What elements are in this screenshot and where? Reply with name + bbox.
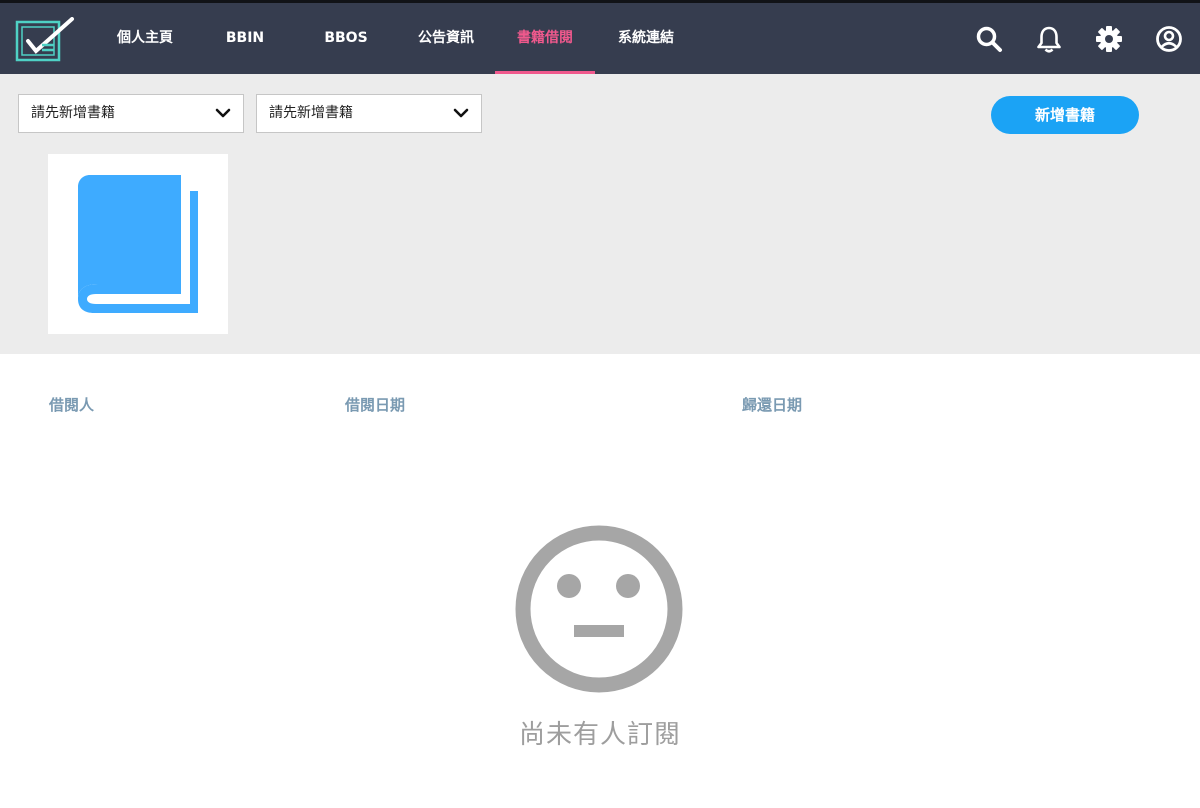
column-header-return-date: 歸還日期 — [742, 396, 803, 414]
search-icon[interactable] — [975, 25, 1003, 53]
nav-tab-bbos[interactable]: BBOS — [310, 3, 382, 74]
nav-tab-system-links[interactable]: 系統連結 — [610, 3, 682, 74]
nav-tab-bbin[interactable]: BBIN — [210, 3, 280, 74]
column-header-borrower: 借閱人 — [49, 396, 95, 414]
book-select-1[interactable]: 請先新增書籍 — [18, 94, 244, 133]
empty-state-message: 尚未有人訂閱 — [518, 720, 681, 750]
user-circle-icon[interactable] — [1155, 25, 1183, 53]
book-select-2[interactable]: 請先新增書籍 — [256, 94, 482, 133]
nav-tab-profile[interactable]: 個人主頁 — [110, 3, 180, 74]
chevron-down-icon — [215, 108, 231, 118]
nav-tab-label: 系統連結 — [618, 30, 674, 46]
book-select-1-value: 請先新增書籍 — [31, 105, 115, 121]
nav-tab-announcements[interactable]: 公告資訊 — [410, 3, 482, 74]
nav-tab-label: 公告資訊 — [418, 30, 474, 46]
nav-tab-label: 書籍借閱 — [517, 30, 573, 46]
book-select-2-value: 請先新增書籍 — [269, 105, 353, 121]
add-book-button[interactable]: 新增書籍 — [991, 96, 1139, 134]
top-navbar: 個人主頁 BBIN BBOS 公告資訊 書籍借閱 系統連結 — [0, 3, 1200, 74]
column-header-borrow-date: 借閱日期 — [345, 396, 406, 414]
bell-icon[interactable] — [1035, 25, 1063, 53]
nav-tab-label: BBOS — [324, 30, 368, 46]
nav-tab-label: BBIN — [225, 30, 265, 46]
nav-tab-book-lending[interactable]: 書籍借閱 — [495, 3, 595, 74]
chevron-down-icon — [453, 108, 469, 118]
book-toolbar-panel: 請先新增書籍 請先新增書籍 新增書籍 — [0, 74, 1200, 354]
gear-icon[interactable] — [1095, 25, 1123, 53]
book-cover — [48, 154, 228, 334]
app-logo[interactable] — [14, 17, 78, 63]
book-icon — [78, 175, 198, 313]
nav-tab-label: 個人主頁 — [117, 30, 173, 46]
neutral-face-icon — [515, 525, 683, 693]
